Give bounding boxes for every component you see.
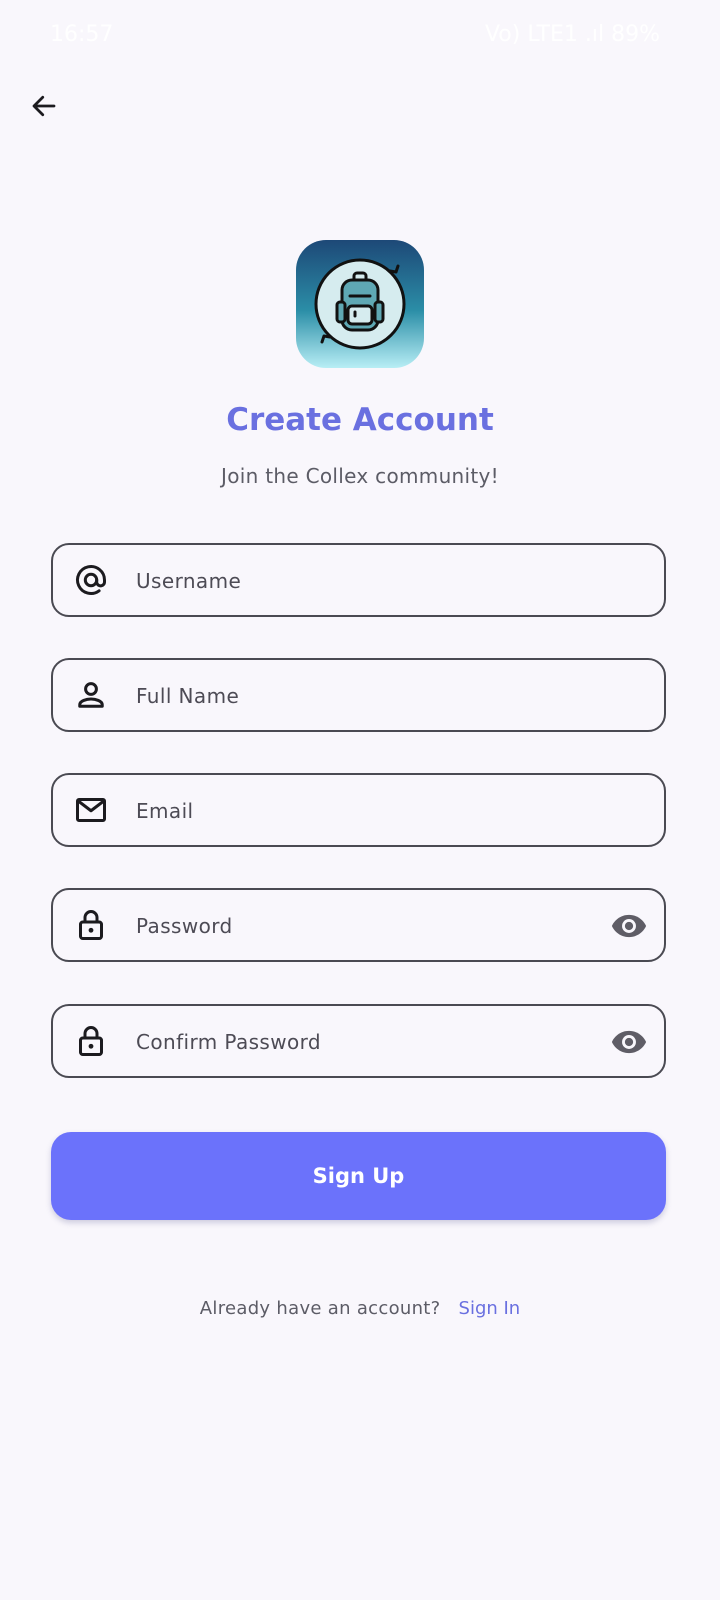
lock-icon [79,1026,103,1056]
person-icon [78,682,104,708]
mail-icon [76,798,106,822]
arrow-left-icon [32,95,56,117]
backpack-logo-icon [314,258,406,350]
status-time: 16:57 [50,22,114,47]
password-placeholder: Password [136,914,233,938]
sign-in-prompt-text: Already have an account? [199,1298,441,1319]
eye-icon[interactable] [610,907,648,945]
page-title: Create Account [226,402,494,438]
status-bar: 16:57 Vo) LTE1 .ıl 89% [0,0,720,72]
sign-in-prompt: Already have an account? Sign In [0,1298,720,1319]
username-placeholder: Username [136,569,242,593]
sign-in-link[interactable]: Sign In [459,1298,521,1319]
email-placeholder: Email [136,799,194,823]
eye-icon[interactable] [610,1023,648,1061]
at-sign-icon [76,565,106,595]
full-name-field[interactable]: Full Name [51,658,666,732]
lock-icon [79,910,103,940]
page-subtitle: Join the Collex community! [221,464,499,488]
sign-up-button[interactable]: Sign Up [51,1132,666,1220]
email-field[interactable]: Email [51,773,666,847]
username-field[interactable]: Username [51,543,666,617]
confirm-password-field[interactable]: Confirm Password [51,1004,666,1078]
back-button[interactable] [22,84,66,128]
app-logo [296,240,424,368]
password-field[interactable]: Password [51,888,666,962]
full-name-placeholder: Full Name [136,684,240,708]
confirm-password-placeholder: Confirm Password [136,1030,322,1054]
status-indicators: Vo) LTE1 .ıl 89% [484,22,660,47]
